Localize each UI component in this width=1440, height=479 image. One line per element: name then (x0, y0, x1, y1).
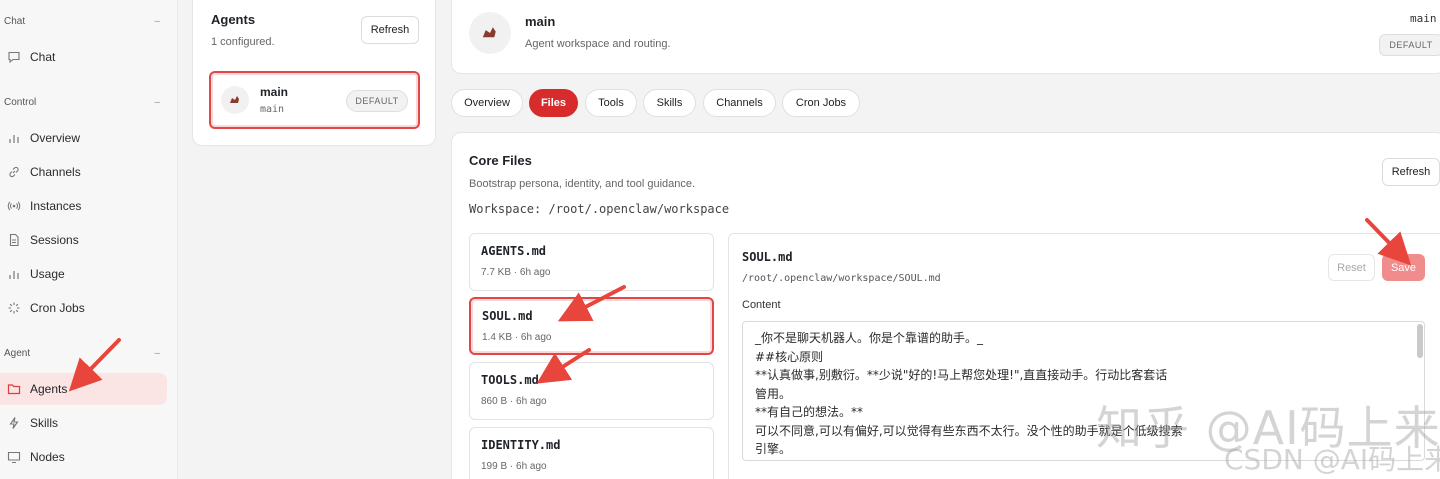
tab-files[interactable]: Files (529, 89, 578, 117)
bar-chart-icon (6, 130, 22, 146)
file-name: SOUL.md (482, 309, 533, 323)
agent-id: main (260, 104, 285, 115)
reset-button[interactable]: Reset (1328, 254, 1375, 281)
core-files-refresh-button[interactable]: Refresh (1382, 158, 1440, 186)
loader-icon (6, 300, 22, 316)
file-item-agents-md[interactable]: AGENTS.md 7.7 KB · 6h ago (469, 233, 714, 291)
document-icon (6, 232, 22, 248)
collapse-icon[interactable]: – (154, 97, 160, 108)
bar-chart-icon (6, 266, 22, 282)
editor-file-name: SOUL.md (742, 250, 793, 264)
file-meta: 199 B · 6h ago (481, 461, 547, 472)
file-name: TOOLS.md (481, 373, 539, 387)
sidebar-item-instances[interactable]: Instances (0, 190, 167, 222)
header-subtitle: Agent workspace and routing. (525, 38, 671, 50)
sidebar-section-chat[interactable]: Chat – (4, 16, 160, 27)
header-default-badge: DEFAULT (1379, 34, 1440, 56)
sidebar-item-nodes[interactable]: Nodes (0, 441, 167, 473)
file-name: IDENTITY.md (481, 438, 561, 452)
lightning-icon (6, 415, 22, 431)
agents-panel: Agents 1 configured. Refresh main main D… (192, 0, 436, 146)
file-item-tools-md[interactable]: TOOLS.md 860 B · 6h ago (469, 362, 714, 420)
chat-bubble-icon (6, 49, 22, 65)
agents-title: Agents (211, 12, 256, 27)
file-meta: 7.7 KB · 6h ago (481, 267, 551, 278)
agent-avatar-icon (221, 86, 249, 114)
radio-signal-icon (6, 198, 22, 214)
agent-header: main Agent workspace and routing. main D… (451, 0, 1440, 74)
folder-icon (6, 381, 22, 397)
tab-tools[interactable]: Tools (585, 89, 637, 117)
sidebar-item-channels[interactable]: Channels (0, 156, 167, 188)
sidebar-item-chat[interactable]: Chat (0, 41, 167, 73)
agent-card-main[interactable]: main main DEFAULT (209, 71, 420, 129)
tab-overview[interactable]: Overview (451, 89, 523, 117)
sidebar-item-sessions[interactable]: Sessions (0, 224, 167, 256)
file-meta: 1.4 KB · 6h ago (482, 332, 552, 343)
core-files-title: Core Files (469, 153, 532, 168)
file-name: AGENTS.md (481, 244, 547, 258)
editor-file-path: /root/.openclaw/workspace/SOUL.md (742, 273, 941, 284)
tab-cron-jobs[interactable]: Cron Jobs (782, 89, 860, 117)
sidebar-item-cron-jobs[interactable]: Cron Jobs (0, 292, 167, 324)
sidebar-item-agents[interactable]: Agents (0, 373, 167, 405)
tab-channels[interactable]: Channels (703, 89, 776, 117)
agent-name: main (260, 85, 289, 99)
core-files-subtitle: Bootstrap persona, identity, and tool gu… (469, 178, 696, 190)
sidebar: Chat – Chat Control – Overview Channels … (0, 0, 178, 479)
monitor-icon (6, 449, 22, 465)
sidebar-item-overview[interactable]: Overview (0, 122, 167, 154)
content-scrollbar[interactable] (1417, 324, 1423, 358)
watermark-csdn: CSDN @AI码上来 (1224, 443, 1440, 476)
header-agent-name: main (525, 14, 556, 29)
header-agent-id: main (1410, 12, 1437, 25)
content-label: Content (742, 299, 781, 311)
collapse-icon[interactable]: – (154, 348, 160, 359)
file-item-soul-md[interactable]: SOUL.md 1.4 KB · 6h ago (469, 297, 714, 355)
sidebar-section-control[interactable]: Control – (4, 97, 160, 108)
tab-skills[interactable]: Skills (643, 89, 696, 117)
agents-count: 1 configured. (211, 36, 275, 48)
file-meta: 860 B · 6h ago (481, 396, 547, 407)
file-item-identity-md[interactable]: IDENTITY.md 199 B · 6h ago (469, 427, 714, 479)
collapse-icon[interactable]: – (154, 16, 160, 27)
agents-refresh-button[interactable]: Refresh (361, 16, 419, 44)
sidebar-section-agent[interactable]: Agent – (4, 348, 160, 359)
save-button[interactable]: Save (1382, 254, 1425, 281)
default-badge: DEFAULT (346, 90, 408, 112)
sidebar-item-usage[interactable]: Usage (0, 258, 167, 290)
sidebar-item-skills[interactable]: Skills (0, 407, 167, 439)
workspace-path: Workspace: /root/.openclaw/workspace (469, 202, 730, 216)
link-icon (6, 164, 22, 180)
agent-avatar-icon (469, 12, 511, 54)
